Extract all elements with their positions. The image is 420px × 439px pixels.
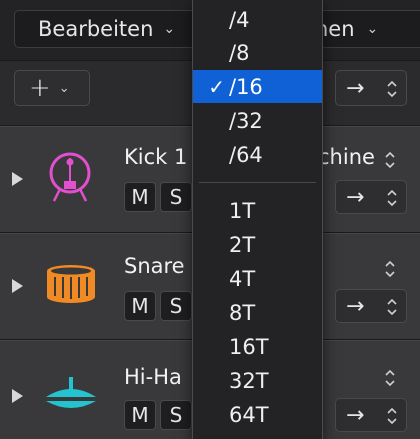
division-dropdown-menu: /4 /8 ✓ /16 /32 /64 1T 2T 4T 8T 16T 32T … xyxy=(192,0,323,439)
solo-button[interactable]: S xyxy=(160,400,192,430)
checkmark-icon: ✓ xyxy=(208,74,225,99)
kick-drum-icon xyxy=(49,152,91,202)
menu-item-triplet[interactable]: 1T xyxy=(193,194,322,227)
menu-item-division[interactable]: /8 xyxy=(193,36,322,69)
mute-button[interactable]: M xyxy=(124,400,156,430)
solo-button[interactable]: S xyxy=(160,291,192,321)
hi-hat-icon xyxy=(46,377,96,408)
menu-item-triplet[interactable]: 16T xyxy=(193,330,322,363)
snare-drum-icon xyxy=(47,265,95,303)
menu-item-triplet[interactable]: 8T xyxy=(193,296,322,329)
up-down-chevron-icon[interactable] xyxy=(384,258,396,280)
solo-button[interactable]: S xyxy=(160,182,192,212)
menu-item-triplet[interactable]: 4T xyxy=(193,262,322,295)
track-name[interactable]: Snare xyxy=(124,254,185,278)
plus-icon: + xyxy=(29,73,51,103)
chevron-down-icon: ⌄ xyxy=(366,21,379,37)
output-button[interactable]: → xyxy=(335,180,407,214)
menu-item-triplet[interactable]: 64T xyxy=(193,398,322,431)
disclosure-triangle-icon[interactable] xyxy=(12,389,23,403)
edit-menu-button[interactable]: Bearbeiten ⌄ xyxy=(14,10,199,48)
up-down-chevron-icon xyxy=(387,407,397,425)
menu-item-division[interactable]: /4 xyxy=(193,3,322,36)
track-name[interactable]: Hi-Ha xyxy=(124,365,182,389)
disclosure-triangle-icon[interactable] xyxy=(12,172,23,186)
mute-button[interactable]: M xyxy=(124,291,156,321)
arrow-right-icon: → xyxy=(346,75,365,101)
arrow-right-icon: → xyxy=(346,402,365,428)
edit-menu-label: Bearbeiten xyxy=(38,17,154,41)
mute-button[interactable]: M xyxy=(124,182,156,212)
add-track-button[interactable]: + ⌄ xyxy=(14,70,90,106)
chevron-down-icon: ⌄ xyxy=(58,80,70,96)
track-instrument-name: chine xyxy=(318,145,375,169)
arrow-right-icon: → xyxy=(346,293,365,319)
up-down-chevron-icon xyxy=(387,189,397,207)
output-button[interactable]: → xyxy=(335,398,407,432)
menu-item-triplet[interactable]: 32T xyxy=(193,364,322,397)
header-output-button[interactable]: → xyxy=(335,70,407,106)
chevron-down-icon: ⌄ xyxy=(163,21,176,37)
up-down-chevron-icon[interactable] xyxy=(384,367,396,389)
menu-separator xyxy=(199,182,316,183)
menu-item-triplet[interactable]: 2T xyxy=(193,228,322,261)
up-down-chevron-icon xyxy=(387,298,397,316)
track-name[interactable]: Kick 1 xyxy=(124,145,187,169)
menu-item-division[interactable]: /32 xyxy=(193,104,322,137)
up-down-chevron-icon[interactable] xyxy=(384,149,396,171)
disclosure-triangle-icon[interactable] xyxy=(12,279,23,293)
arrow-right-icon: → xyxy=(346,184,365,210)
menu-item-division[interactable]: /64 xyxy=(193,138,322,171)
output-button[interactable]: → xyxy=(335,289,407,323)
up-down-chevron-icon xyxy=(387,80,397,98)
menu-item-division-selected[interactable]: ✓ /16 xyxy=(193,70,322,103)
